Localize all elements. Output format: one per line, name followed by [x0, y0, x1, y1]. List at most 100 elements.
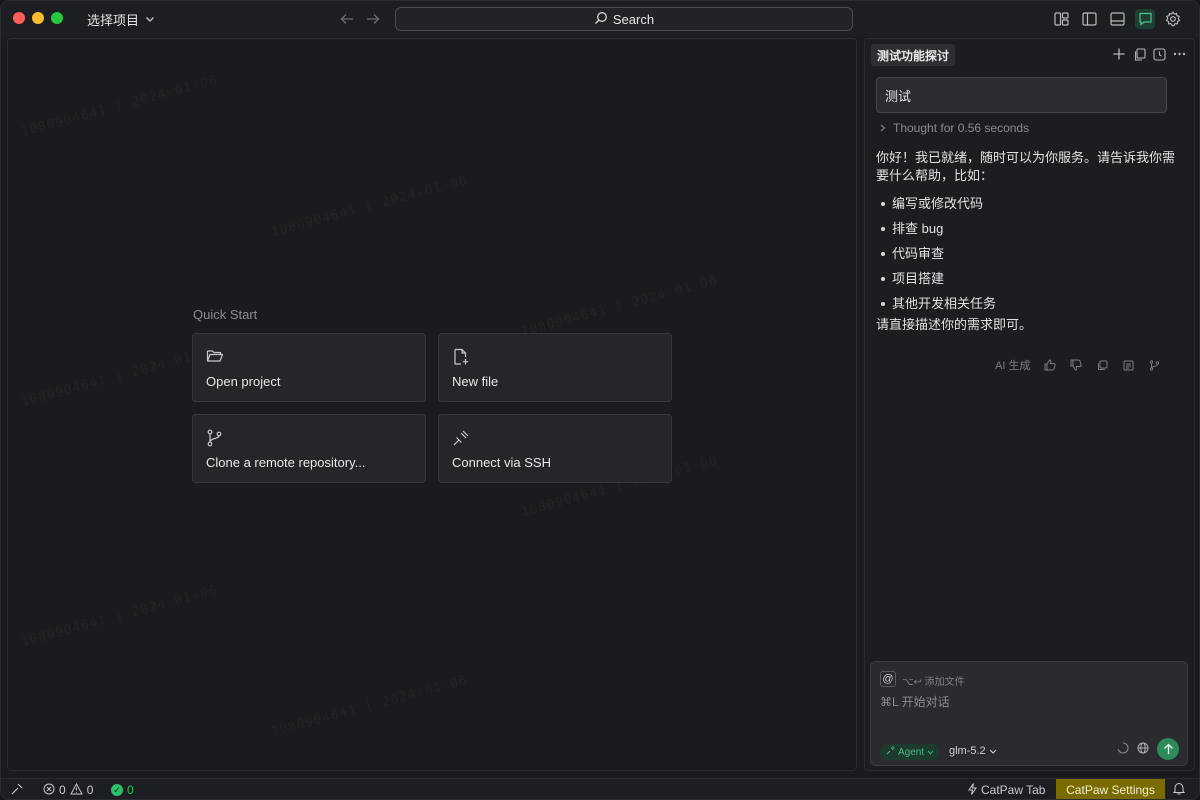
back-arrow-icon[interactable]	[339, 10, 355, 28]
agent-label: Agent	[898, 746, 925, 758]
copy-icon[interactable]	[1096, 359, 1108, 371]
chevron-down-icon	[989, 745, 997, 757]
layout-grid-icon[interactable]	[1051, 9, 1071, 29]
globe-icon[interactable]	[1137, 742, 1149, 757]
open-project-card[interactable]: Open project	[192, 333, 426, 402]
list-item: 代码审查	[876, 241, 1176, 266]
user-message[interactable]: 测试	[876, 77, 1167, 113]
chevron-right-icon	[880, 121, 886, 135]
chat-input-placeholder[interactable]: ⌘L 开始对话	[880, 693, 950, 710]
toggle-sidebar-icon[interactable]	[1079, 9, 1099, 29]
nav-arrows	[339, 10, 381, 28]
project-selector[interactable]: 选择项目	[87, 10, 155, 28]
catpaw-tab-label: CatPaw Tab	[981, 783, 1046, 797]
minimize-window-button[interactable]	[32, 12, 44, 24]
catpaw-tab-button[interactable]: CatPaw Tab	[968, 779, 1046, 799]
watermark: 1080904641 | 2024-01-06	[20, 583, 220, 650]
watermark: 1080904641 | 2024-01-06	[270, 673, 470, 740]
zoom-window-button[interactable]	[51, 12, 63, 24]
error-icon	[43, 783, 55, 798]
plug-icon	[452, 429, 470, 447]
copy-icon[interactable]	[1132, 46, 1146, 62]
chevron-down-icon	[927, 747, 934, 758]
remote-icon	[11, 783, 23, 798]
checks-count: 0	[127, 783, 134, 797]
plus-icon[interactable]	[1112, 46, 1126, 62]
search-icon	[594, 11, 608, 28]
mention-button[interactable]: @	[880, 671, 896, 687]
folder-open-icon	[206, 348, 224, 366]
chat-panel: 测试功能探讨 测试 Thought for 0.56 seconds 你好！我已…	[864, 38, 1195, 771]
card-label: Clone a remote repository...	[206, 455, 366, 470]
thought-label: Thought for 0.56 seconds	[893, 121, 1030, 135]
status-bar: 0 0 ✓ 0 CatPaw Tab CatPaw Settings	[1, 778, 1199, 799]
watermark: 1080904641 | 2024-01-06	[270, 173, 470, 240]
more-icon[interactable]	[1172, 46, 1186, 62]
agent-icon	[886, 746, 895, 758]
list-item: 编写或修改代码	[876, 191, 1176, 216]
chat-panel-icon[interactable]	[1135, 9, 1155, 29]
git-branch-icon[interactable]	[1148, 359, 1160, 371]
notifications-button[interactable]	[1172, 779, 1186, 799]
checks-indicator[interactable]: ✓ 0	[111, 779, 134, 799]
problems-indicator[interactable]: 0 0	[43, 779, 94, 799]
card-label: Open project	[206, 374, 281, 389]
loading-spinner-icon	[1117, 741, 1129, 757]
assistant-reply: 你好！我已就绪，随时可以为你服务。请告诉我你需要什么帮助，比如： 编写或修改代码…	[876, 149, 1176, 334]
thumbs-down-icon[interactable]	[1070, 359, 1083, 371]
check-circle-icon: ✓	[111, 784, 123, 796]
list-item: 排查 bug	[876, 216, 1176, 241]
forward-arrow-icon[interactable]	[365, 10, 381, 28]
editor-area: 1080904641 | 2024-01-06 1080904641 | 202…	[7, 38, 857, 771]
chat-composer[interactable]: @ ⌥↩ 添加文件 ⌘L 开始对话 Agent glm-5.2	[870, 661, 1188, 766]
lightning-icon	[968, 782, 977, 798]
warning-count: 0	[86, 783, 94, 797]
history-icon[interactable]	[1152, 46, 1166, 62]
user-message-text: 测试	[885, 88, 912, 104]
reply-intro: 你好！我已就绪，随时可以为你服务。请告诉我你需要什么帮助，比如：	[876, 150, 1176, 183]
error-count: 0	[59, 783, 66, 797]
list-item: 项目搭建	[876, 266, 1176, 291]
new-file-card[interactable]: New file	[438, 333, 672, 402]
search-label: Search	[612, 11, 655, 27]
card-label: New file	[452, 374, 499, 389]
reply-list: 编写或修改代码 排查 bug 代码审查 项目搭建 其他开发相关任务	[876, 191, 1176, 316]
catpaw-settings-label: CatPaw Settings	[1066, 783, 1155, 797]
watermark: 1080904641 | 2024-01-06	[20, 73, 220, 140]
quick-start-title: Quick Start	[193, 307, 258, 322]
gear-icon[interactable]	[1163, 9, 1183, 29]
card-label: Connect via SSH	[452, 455, 551, 470]
watermark: 1080904641 | 2024-01-06	[520, 273, 720, 340]
watermark: 1080904641 | 2024-01-06	[20, 343, 220, 410]
file-plus-icon	[452, 348, 470, 366]
thought-toggle[interactable]: Thought for 0.56 seconds	[880, 121, 1029, 135]
project-selector-label: 选择项目	[87, 12, 140, 28]
title-bar: 选择项目 Search	[1, 1, 1199, 37]
model-label: glm-5.2	[949, 745, 986, 757]
model-selector[interactable]: glm-5.2	[949, 745, 997, 757]
search-box[interactable]: Search	[395, 7, 853, 31]
app-window: 选择项目 Search Quick Start Open project New…	[0, 0, 1200, 800]
connect-ssh-card[interactable]: Connect via SSH	[438, 414, 672, 483]
remote-connection-button[interactable]	[11, 779, 23, 799]
composer-right-controls	[1117, 738, 1179, 760]
chat-actions	[1112, 46, 1186, 62]
agent-mode-selector[interactable]: Agent	[880, 744, 941, 760]
chevron-down-icon	[145, 12, 155, 27]
message-toolbar: AI 生成	[995, 357, 1160, 373]
catpaw-settings-button[interactable]: CatPaw Settings	[1056, 779, 1165, 799]
list-item: 其他开发相关任务	[876, 291, 1176, 316]
add-file-hint[interactable]: ⌥↩ 添加文件	[902, 673, 965, 688]
bell-icon	[1172, 782, 1186, 798]
git-branch-icon	[206, 429, 224, 447]
send-button[interactable]	[1157, 738, 1179, 760]
titlebar-layout-icons	[1051, 9, 1183, 29]
document-icon[interactable]	[1122, 359, 1134, 371]
clone-repository-card[interactable]: Clone a remote repository...	[192, 414, 426, 483]
close-window-button[interactable]	[13, 12, 25, 24]
reply-closing: 请直接描述你的需求即可。	[876, 317, 1033, 332]
chat-tab-title[interactable]: 测试功能探讨	[871, 44, 956, 66]
thumbs-up-icon[interactable]	[1044, 359, 1057, 371]
ai-generated-label: AI 生成	[995, 360, 1031, 372]
toggle-panel-icon[interactable]	[1107, 9, 1127, 29]
